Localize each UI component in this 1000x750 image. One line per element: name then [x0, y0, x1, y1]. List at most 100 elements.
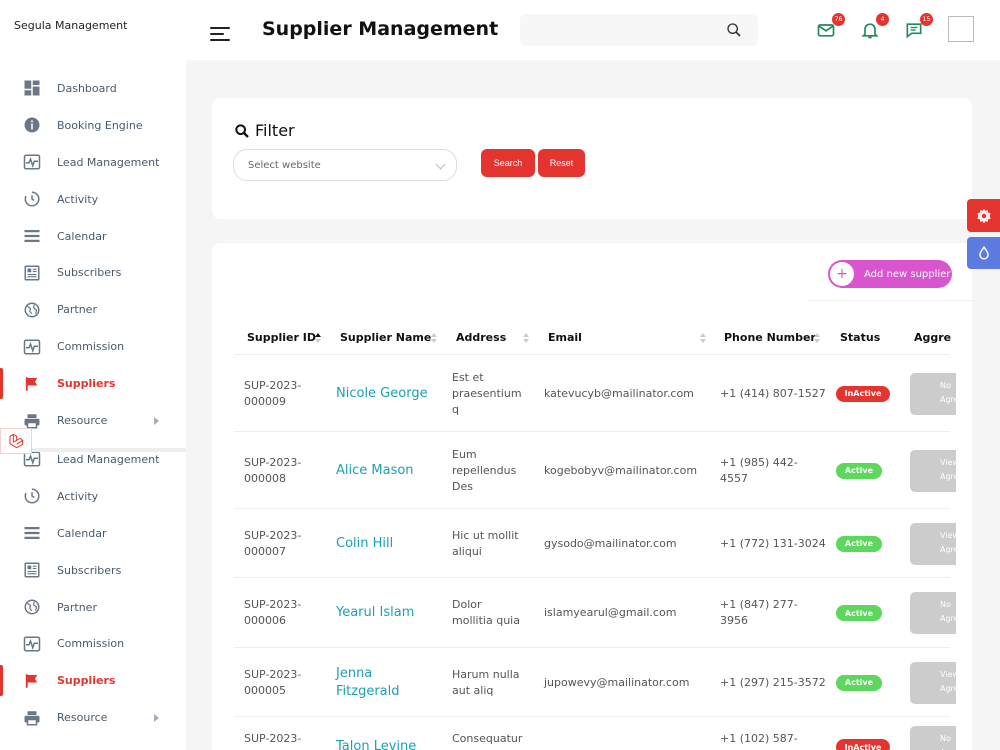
- website-select[interactable]: Select website: [233, 149, 457, 181]
- search-button[interactable]: Search: [481, 149, 535, 177]
- agreement-button[interactable]: ViewAgreem: [910, 449, 956, 492]
- sidebar-item-dashboard[interactable]: Dashboard: [0, 70, 186, 107]
- droplet-icon: [978, 245, 989, 260]
- supplier-address: Eum repellendus Des: [452, 447, 517, 493]
- settings-fab[interactable]: [967, 199, 1000, 232]
- sidebar-item-activity[interactable]: Activity: [0, 181, 186, 218]
- sidebar-item-partner[interactable]: Partner: [0, 291, 186, 328]
- sidebar: Segula Management Dashboard Booking Engin…: [0, 0, 186, 750]
- avatar[interactable]: [948, 16, 974, 42]
- notification-button[interactable]: 4: [860, 13, 889, 40]
- supplier-address: Consequaturdolor: [452, 732, 523, 750]
- supplier-address: Est et praesentium q: [452, 370, 522, 416]
- clock-icon: [23, 487, 41, 505]
- suppliers-card: + Add new supplier Supplier ID Supplier …: [212, 243, 972, 750]
- sidebar-item-label: Booking Engine: [57, 118, 143, 132]
- agreement-button[interactable]: NoAgreem: [910, 372, 956, 415]
- sidebar-item-label: Calendar: [57, 526, 107, 540]
- menu-toggle-icon[interactable]: [210, 27, 230, 41]
- sidebar-item-calendar[interactable]: Calendar: [0, 218, 186, 255]
- flag-icon: [23, 375, 41, 393]
- search-icon: [235, 123, 249, 138]
- add-supplier-button[interactable]: + Add new supplier: [828, 260, 952, 288]
- supplier-name-link[interactable]: Jenna Fitzgerald: [336, 665, 400, 701]
- col-phone[interactable]: Phone Number: [724, 331, 816, 344]
- sidebar-item-suppliers[interactable]: Suppliers: [0, 662, 186, 699]
- sidebar-item-commission[interactable]: Commission: [0, 328, 186, 365]
- col-status[interactable]: Status: [840, 331, 880, 344]
- col-email[interactable]: Email: [548, 331, 582, 344]
- col-supplier-name[interactable]: Supplier Name: [340, 331, 431, 344]
- chevron-right-icon: [154, 416, 159, 425]
- agreement-button[interactable]: ViewAgreem: [910, 522, 956, 565]
- sidebar-item-label: Lead Management: [57, 155, 160, 169]
- search-input[interactable]: [520, 14, 710, 46]
- agreement-button[interactable]: NoAgreem: [910, 726, 956, 750]
- sidebar-item-commission[interactable]: Commission: [0, 626, 186, 663]
- sidebar-item-subscribers[interactable]: Subscribers: [0, 552, 186, 589]
- supplier-name-link[interactable]: Colin Hill: [336, 535, 393, 553]
- filter-card: Filter Select website Search Reset: [212, 98, 972, 219]
- sidebar-item-lead-management[interactable]: Lead Management: [0, 144, 186, 181]
- sidebar-item-label: Subscribers: [57, 563, 122, 577]
- search-icon[interactable]: [726, 22, 742, 38]
- sidebar-item-label: Resource: [57, 711, 108, 725]
- sidebar-item-subscribers[interactable]: Subscribers: [0, 255, 186, 292]
- status-badge: Active: [836, 535, 882, 552]
- sidebar-item-calendar[interactable]: Calendar: [0, 515, 186, 552]
- sidebar-item-label: Dashboard: [57, 81, 117, 95]
- agreement-button[interactable]: NoAgreem: [910, 592, 956, 634]
- supplier-name-link[interactable]: Alice Mason: [336, 462, 414, 480]
- supplier-email: islamyearul@gmail.com: [544, 606, 677, 619]
- sidebar-item-partner[interactable]: Partner: [0, 589, 186, 626]
- status-badge: Active: [836, 605, 882, 621]
- supplier-phone: +1 (297) 215-3572: [720, 675, 826, 689]
- add-supplier-label: Add new supplier: [864, 268, 951, 280]
- sort-icon[interactable]: [523, 333, 530, 343]
- reset-button[interactable]: Reset: [538, 149, 585, 177]
- pulse-icon: [23, 338, 41, 356]
- sidebar-item-label: Commission: [57, 340, 125, 354]
- sort-icon[interactable]: [431, 333, 438, 343]
- supplier-id: SUP-2023- 000008: [244, 455, 302, 485]
- filter-title: Filter: [255, 121, 295, 140]
- table-row: SUP-2023- 000005 Jenna Fitzgerald Harum null…: [234, 648, 956, 717]
- status-badge: InActive: [836, 739, 890, 750]
- bars-icon: [23, 227, 41, 245]
- messages-button[interactable]: 15: [904, 13, 933, 40]
- laravel-logo-icon[interactable]: [0, 428, 32, 454]
- supplier-name-link[interactable]: Nicole George: [336, 385, 428, 403]
- supplier-address: Dolor mollitia quia: [452, 598, 520, 627]
- sidebar-item-booking-engine[interactable]: Booking Engine: [0, 107, 186, 144]
- sort-icon[interactable]: [315, 333, 322, 343]
- sidebar-item-suppliers[interactable]: Suppliers: [0, 365, 186, 402]
- chevron-down-icon: [435, 159, 446, 170]
- theme-fab[interactable]: [967, 237, 1000, 269]
- sidebar-item-activity[interactable]: Activity: [0, 478, 186, 515]
- col-supplier-id[interactable]: Supplier ID: [247, 331, 316, 344]
- sidebar-item-label: Activity: [57, 192, 99, 206]
- suppliers-table: Supplier ID Supplier Name Address Email …: [234, 321, 956, 750]
- sort-icon[interactable]: [814, 333, 821, 343]
- flag-icon: [23, 672, 41, 690]
- supplier-name-link[interactable]: Talon Levine: [336, 738, 416, 750]
- supplier-address: Hic ut mollit aliqui: [452, 528, 519, 558]
- table-row: SUP-2023- 000009 Nicole George Est et praese…: [234, 355, 956, 432]
- status-badge: InActive: [836, 385, 890, 402]
- mail-button[interactable]: 76: [816, 13, 845, 40]
- sort-icon[interactable]: [700, 333, 707, 343]
- supplier-email: katevucyb@mailinator.com: [544, 386, 694, 400]
- brand-name: Segula Management: [14, 19, 128, 32]
- supplier-address: Harum nulla aut aliq: [452, 667, 520, 697]
- sidebar-separator: [32, 448, 186, 452]
- sidebar-item-label: Suppliers: [57, 674, 116, 688]
- col-address[interactable]: Address: [456, 331, 506, 344]
- messages-badge: 15: [920, 13, 933, 26]
- globe-icon: [23, 598, 41, 616]
- agreement-button[interactable]: ViewAgreem: [910, 661, 956, 704]
- mail-badge: 76: [832, 13, 845, 26]
- supplier-name-link[interactable]: Yearul Islam: [336, 604, 414, 622]
- supplier-phone: +1 (847) 277- 3956: [720, 598, 798, 627]
- sidebar-item-resource[interactable]: Resource: [0, 699, 186, 736]
- col-agreement[interactable]: Aggre: [914, 331, 951, 344]
